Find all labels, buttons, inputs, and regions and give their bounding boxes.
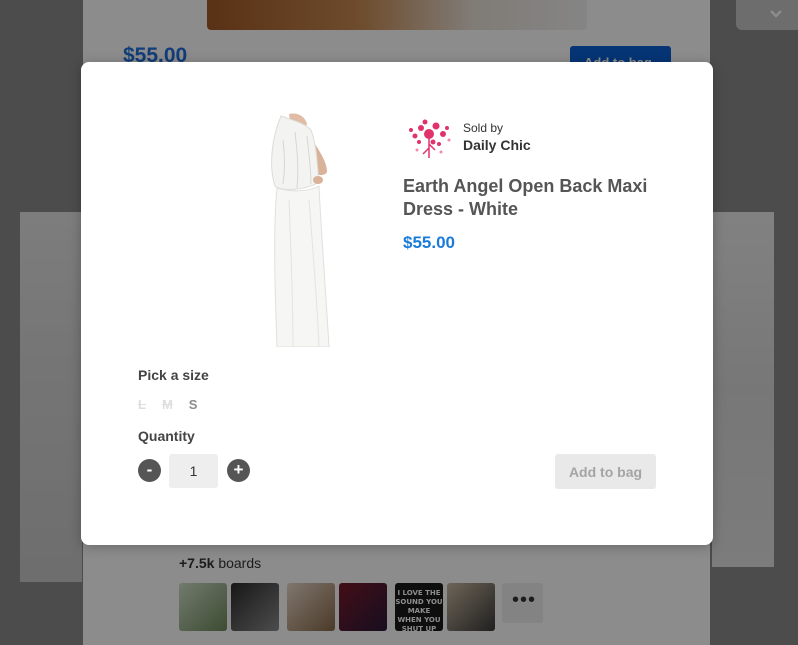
quantity-input[interactable] [169,454,218,488]
size-label: Pick a size [138,367,209,383]
seller-logo [409,119,451,158]
size-options: L M S [138,397,213,412]
quantity-increase-button[interactable]: + [227,459,250,482]
sold-by-label: Sold by [463,121,504,135]
size-option-s[interactable]: S [189,397,198,412]
size-option-m[interactable]: M [162,397,173,412]
product-price: $55.00 [403,233,455,252]
product-title: Earth Angel Open Back Maxi Dress - White [403,176,648,219]
quantity-label: Quantity [138,428,195,444]
seller-info[interactable]: Sold by Daily Chic [403,114,703,160]
quantity-decrease-button[interactable]: - [138,459,161,482]
add-to-bag-button[interactable]: Add to bag [555,454,656,489]
product-modal: Sold by Daily Chic Earth Angel Open Back… [81,62,713,545]
seller-name[interactable]: Daily Chic [463,137,531,153]
product-image [219,110,349,347]
size-option-l[interactable]: L [138,397,146,412]
